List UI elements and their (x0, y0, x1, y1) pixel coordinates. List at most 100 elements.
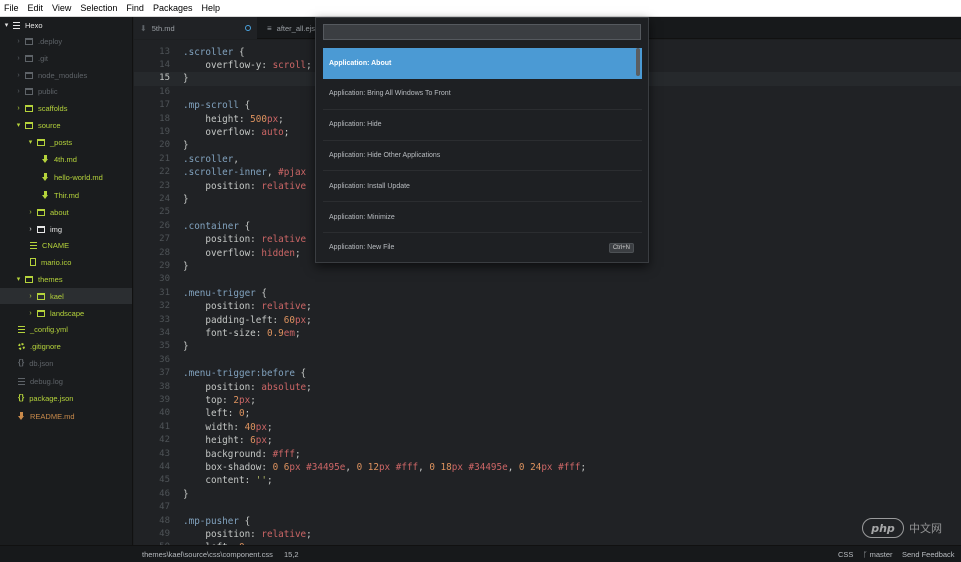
chevron-right-icon[interactable]: › (27, 226, 34, 233)
command-item[interactable]: Application: About (323, 48, 642, 79)
tree-item-config-yml[interactable]: _config.yml (0, 321, 132, 337)
command-palette-input[interactable] (323, 24, 641, 40)
code-line[interactable]: overflow: hidden; (183, 247, 300, 260)
command-item[interactable]: Application: Minimize (323, 202, 642, 233)
tree-item-4th-md[interactable]: 4th.md (0, 151, 132, 167)
file-path[interactable]: themes\kael\source\css\component.css (142, 550, 273, 559)
menu-selection[interactable]: Selection (80, 0, 117, 17)
code-line[interactable]: position: absolute; (183, 381, 311, 394)
code-line[interactable]: } (183, 72, 189, 85)
chevron-right-icon[interactable]: › (15, 72, 22, 79)
menu-help[interactable]: Help (201, 0, 220, 17)
code-line[interactable]: position: relative (183, 233, 306, 246)
code-token: ; (278, 113, 284, 125)
code-line[interactable]: height: 500px; (183, 113, 284, 126)
chevron-right-icon[interactable]: › (15, 105, 22, 112)
code-line[interactable]: .scroller-inner, #pjax (183, 166, 306, 179)
menu-bar: File Edit View Selection Find Packages Help (0, 0, 961, 17)
code-token: } (183, 488, 189, 500)
code-line[interactable]: position: relative (183, 180, 306, 193)
chevron-down-icon[interactable]: ▾ (3, 21, 10, 29)
menu-find[interactable]: Find (126, 0, 144, 17)
send-feedback-button[interactable]: Send Feedback (902, 550, 955, 559)
chevron-right-icon[interactable]: › (15, 38, 22, 45)
project-icon (13, 21, 20, 29)
menu-edit[interactable]: Edit (28, 0, 44, 17)
code-line[interactable]: top: 2px; (183, 394, 255, 407)
code-line[interactable]: } (183, 260, 189, 273)
command-item[interactable]: Application: Bring All Windows To Front (323, 79, 642, 110)
code-line[interactable]: .scroller, (183, 153, 239, 166)
chevron-right-icon[interactable]: › (27, 310, 34, 317)
code-line[interactable]: .container { (183, 220, 250, 233)
tree-item-img[interactable]: › img (0, 221, 132, 237)
tree-item-about[interactable]: › about (0, 204, 132, 220)
tree-item-label: _config.yml (30, 324, 68, 334)
tree-item-hello-world-md[interactable]: hello-world.md (0, 169, 132, 185)
tree-item-node-modules[interactable]: › node_modules (0, 67, 132, 83)
code-line[interactable]: .menu-trigger { (183, 287, 267, 300)
code-line[interactable]: overflow: auto; (183, 126, 289, 139)
command-item[interactable]: Application: New File Ctrl+N (323, 233, 642, 262)
command-list-scrollbar[interactable] (636, 48, 640, 76)
code-line[interactable]: } (183, 340, 189, 353)
code-line[interactable]: font-size: 0.9em; (183, 327, 300, 340)
tree-item-db-json[interactable]: {} db.json (0, 355, 132, 371)
chevron-right-icon[interactable]: › (27, 209, 34, 216)
menu-view[interactable]: View (52, 0, 71, 17)
cursor-position[interactable]: 15,2 (284, 550, 299, 559)
code-line[interactable]: width: 40px; (183, 421, 272, 434)
chevron-down-icon[interactable]: ▾ (27, 138, 34, 146)
code-line[interactable]: } (183, 488, 189, 501)
chevron-right-icon[interactable]: › (27, 293, 34, 300)
command-item[interactable]: Application: Hide (323, 110, 642, 141)
command-item[interactable]: Application: Hide Other Applications (323, 140, 642, 172)
tree-item-deploy[interactable]: › .deploy (0, 33, 132, 49)
tree-item-package-json[interactable]: {} package.json (0, 390, 132, 406)
code-line[interactable]: } (183, 139, 189, 152)
code-line[interactable]: left: 0; (183, 407, 250, 420)
tab-after-all-ejs[interactable]: ≡ after_all.ejs (261, 17, 321, 39)
code-line[interactable]: box-shadow: 0 6px #34495e, 0 12px #fff, … (183, 461, 586, 474)
code-line[interactable]: position: relative; (183, 300, 311, 313)
code-line[interactable]: .scroller { (183, 46, 245, 59)
command-item[interactable]: Application: Install Update (323, 171, 642, 203)
tree-item-label: scaffolds (38, 103, 68, 113)
code-line[interactable]: .mp-pusher { (183, 515, 250, 528)
code-line[interactable]: .mp-scroll { (183, 99, 250, 112)
code-line[interactable]: } (183, 193, 189, 206)
tree-item-source[interactable]: ▾ source (0, 117, 132, 133)
tree-item-hexo[interactable]: ▾ Hexo (0, 17, 132, 33)
code-line[interactable]: content: ''; (183, 474, 272, 487)
tree-item-kael[interactable]: › kael (0, 288, 132, 304)
code-token: #fff (558, 461, 581, 473)
chevron-right-icon[interactable]: › (15, 88, 22, 95)
tab-5th-md[interactable]: ⬇ 5th.md (134, 17, 257, 39)
chevron-right-icon[interactable]: › (15, 55, 22, 62)
chevron-down-icon[interactable]: ▾ (15, 121, 22, 129)
code-line[interactable]: height: 6px; (183, 434, 272, 447)
tree-item-themes[interactable]: ▾ themes (0, 271, 132, 287)
tree-item-cname[interactable]: CNAME (0, 237, 132, 253)
code-line[interactable]: overflow-y: scroll; (183, 59, 311, 72)
menu-file[interactable]: File (4, 0, 19, 17)
tree-item-mario-ico[interactable]: mario.ico (0, 254, 132, 270)
code-line[interactable]: position: relative; (183, 528, 311, 541)
code-line[interactable]: background: #fff; (183, 448, 300, 461)
tree-item-readme-md[interactable]: README.md (0, 408, 132, 424)
folder-icon (25, 275, 33, 283)
git-branch[interactable]: ᚴ master (863, 550, 893, 559)
tree-item-gitignore[interactable]: .gitignore (0, 338, 132, 354)
tree-item-git[interactable]: › .git (0, 50, 132, 66)
tree-item-public[interactable]: › public (0, 83, 132, 99)
code-line[interactable]: .menu-trigger:before { (183, 367, 306, 380)
tree-item-thir-md[interactable]: Thir.md (0, 187, 132, 203)
menu-packages[interactable]: Packages (153, 0, 193, 17)
chevron-down-icon[interactable]: ▾ (15, 275, 22, 283)
tree-item-posts[interactable]: ▾ _posts (0, 134, 132, 150)
code-line[interactable]: padding-left: 60px; (183, 314, 311, 327)
tree-item-debug-log[interactable]: debug.log (0, 373, 132, 389)
tree-item-landscape[interactable]: › landscape (0, 305, 132, 321)
tree-item-scaffolds[interactable]: › scaffolds (0, 100, 132, 116)
grammar-selector[interactable]: CSS (838, 550, 853, 559)
